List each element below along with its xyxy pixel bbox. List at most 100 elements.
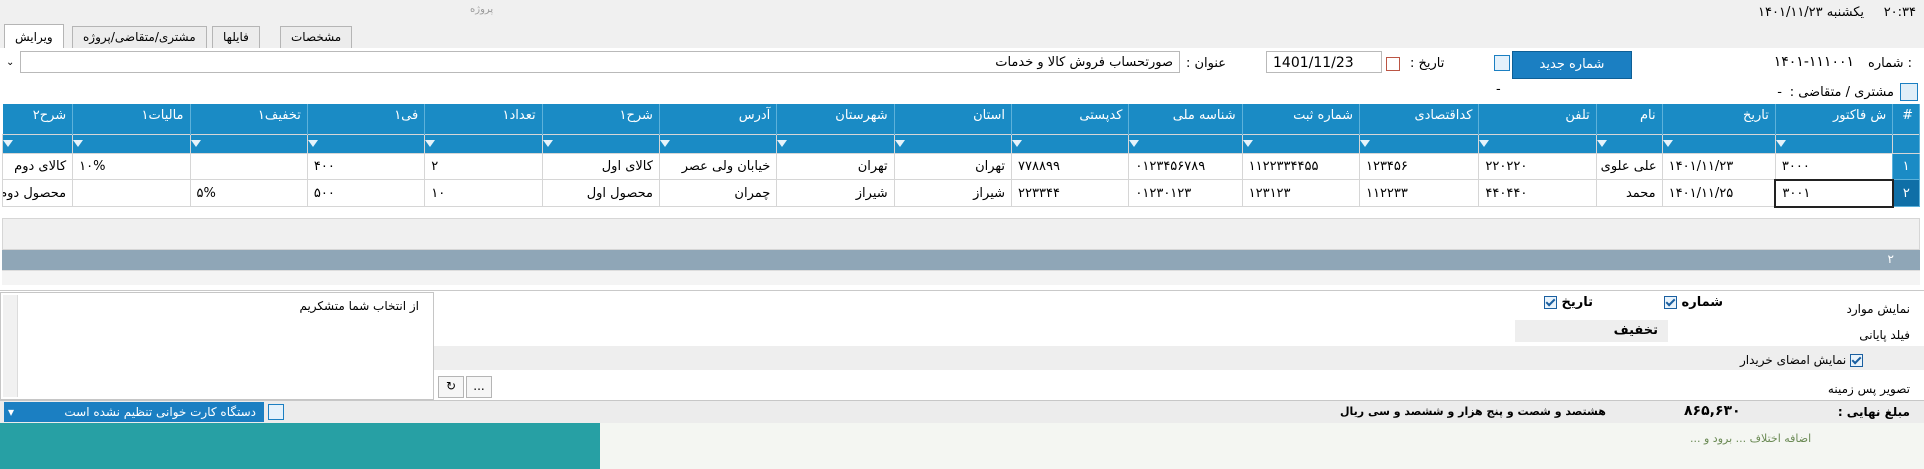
table-cell[interactable]: ۴۰۰ — [306, 152, 426, 180]
filter-icon[interactable] — [660, 140, 670, 147]
column-header[interactable]: مالیات۱ — [72, 104, 191, 134]
filter-icon[interactable] — [1012, 140, 1023, 147]
horizontal-scrollbar[interactable] — [2, 270, 1920, 285]
column-header[interactable]: شرح۲ — [2, 104, 74, 134]
table-cell[interactable]: شیراز — [893, 179, 1013, 207]
column-header[interactable]: استان — [894, 104, 1013, 134]
table-cell[interactable]: ۱۰% — [72, 152, 191, 180]
row-number[interactable]: ۲ — [1892, 179, 1920, 207]
tab-edit[interactable]: ویرایش — [4, 24, 64, 49]
table-cell[interactable]: ۱۱۲۲۳۳۴۴۵۵ — [1241, 152, 1360, 180]
filter-icon[interactable] — [1776, 140, 1786, 147]
table-cell[interactable]: ۳۰۰۰ — [1774, 152, 1894, 180]
column-filter[interactable] — [1358, 133, 1480, 154]
filter-icon[interactable] — [1479, 140, 1490, 147]
table-cell[interactable]: محصول اول — [541, 179, 660, 207]
vertical-scrollbar[interactable] — [3, 295, 18, 397]
column-filter[interactable] — [72, 133, 191, 154]
more-button[interactable]: ... — [466, 376, 492, 398]
footer-field[interactable]: تخفیف — [1515, 320, 1668, 342]
table-cell[interactable]: شیراز — [776, 179, 895, 207]
filter-icon[interactable] — [308, 140, 318, 147]
column-header[interactable]: کداقتصادی — [1359, 104, 1480, 134]
filter-icon[interactable] — [425, 140, 436, 147]
column-filter[interactable] — [1661, 133, 1776, 154]
table-cell[interactable]: کالای دوم — [1, 152, 74, 180]
table-cell[interactable]: محصول دوم — [1, 179, 74, 207]
column-filter[interactable] — [1241, 133, 1360, 154]
chk-date-group[interactable]: تاریخ — [1544, 295, 1593, 310]
column-filter[interactable] — [541, 133, 660, 154]
table-cell[interactable]: ۲۲۳۳۴۴ — [1011, 179, 1130, 207]
table-cell[interactable]: تهران — [893, 152, 1013, 180]
column-header[interactable]: تلفن — [1478, 104, 1597, 134]
table-cell[interactable]: ۱۰ — [424, 179, 543, 207]
column-filter[interactable] — [1011, 133, 1130, 154]
title-field[interactable]: صورتحساب فروش کالا و خدمات — [20, 51, 1180, 73]
column-header[interactable]: تعداد۱ — [424, 104, 543, 134]
refresh-button[interactable]: ↻ — [438, 376, 464, 398]
table-cell[interactable]: ۰۱۲۳۴۵۶۷۸۹ — [1128, 152, 1243, 180]
calculator-icon[interactable] — [268, 404, 284, 420]
customer-value[interactable]: - — [1777, 85, 1782, 100]
column-filter[interactable] — [658, 133, 778, 154]
column-filter[interactable] — [1774, 133, 1894, 154]
column-filter[interactable] — [1478, 133, 1597, 154]
filter-icon[interactable] — [73, 140, 84, 147]
filter-icon[interactable] — [3, 140, 13, 147]
row-number[interactable]: ۱ — [1892, 152, 1920, 180]
filter-icon[interactable] — [1597, 140, 1607, 147]
column-filter[interactable] — [424, 133, 543, 154]
table-cell[interactable]: ۱۲۳۴۵۶ — [1358, 152, 1480, 180]
column-header[interactable]: آدرس — [659, 104, 778, 134]
table-row[interactable]: ۱ ۳۰۰۰ ۱۴۰۱/۱۱/۲۳ علی علوی ۲۲۰۲۲۰ ۱۲۳۴۵۶ ۱۱۲۲۳… — [1, 152, 1920, 180]
column-header[interactable]: تاریخ — [1662, 104, 1776, 134]
checkbox-buyer-signature[interactable] — [1850, 354, 1864, 367]
table-cell[interactable]: تهران — [776, 152, 895, 180]
table-cell[interactable]: ۲ — [424, 152, 543, 180]
customer-icon[interactable] — [1900, 83, 1918, 101]
new-number-button[interactable]: شماره جدید — [1512, 51, 1632, 79]
column-header[interactable]: ش فاکتور — [1775, 104, 1894, 134]
column-filter[interactable] — [776, 133, 895, 154]
table-cell[interactable]: ۱۴۰۱/۱۱/۲۳ — [1661, 152, 1776, 180]
column-filter[interactable] — [1595, 133, 1663, 154]
column-header[interactable]: شناسه ملی — [1128, 104, 1243, 134]
tab-customer-project[interactable]: مشتری/متقاضی/پروژه — [72, 26, 207, 48]
filter-icon[interactable] — [1663, 140, 1673, 147]
column-filter[interactable] — [1128, 133, 1243, 154]
form-icon[interactable] — [1494, 55, 1510, 71]
column-header[interactable]: نام — [1596, 104, 1663, 134]
filter-icon[interactable] — [777, 140, 788, 147]
number-value[interactable]: ۱۴۰۱-۱۱۱۰۰۱ — [1774, 54, 1854, 70]
calendar-icon[interactable] — [1386, 57, 1400, 71]
tab-specs[interactable]: مشخصات — [280, 26, 353, 48]
filter-icon[interactable] — [191, 140, 201, 147]
date-field[interactable]: 1401/11/23 — [1266, 51, 1382, 73]
column-filter[interactable] — [1892, 133, 1920, 154]
table-cell[interactable]: ۱۱۲۲۳۳ — [1358, 179, 1480, 207]
column-header[interactable]: شهرستان — [776, 104, 895, 134]
table-cell[interactable]: ۵% — [189, 179, 308, 207]
table-cell[interactable]: ۳۰۰۱ — [1774, 178, 1894, 208]
table-cell[interactable]: خیابان ولی عصر — [658, 152, 778, 180]
table-cell[interactable]: کالای اول — [541, 152, 660, 180]
filter-icon[interactable] — [895, 140, 905, 147]
table-cell[interactable]: چمران — [658, 179, 778, 207]
table-cell[interactable]: ۱۲۳۱۲۳ — [1241, 179, 1360, 207]
table-cell[interactable] — [72, 179, 191, 207]
chevron-down-icon[interactable]: ▾ — [8, 402, 14, 422]
table-row[interactable]: ۲ ۳۰۰۱ ۱۴۰۱/۱۱/۲۵ محمد ۴۴۰۴۴۰ ۱۱۲۲۳۳ ۱۲۳۱۲۳ ۰۱۲… — [1, 178, 1920, 208]
table-cell[interactable]: ۱۴۰۱/۱۱/۲۵ — [1661, 179, 1776, 207]
column-filter[interactable] — [306, 133, 426, 154]
table-cell[interactable]: علی علوی — [1595, 152, 1663, 180]
checkbox-number[interactable] — [1664, 296, 1677, 309]
table-cell[interactable]: ۴۴۰۴۴۰ — [1478, 179, 1597, 207]
card-reader-status[interactable]: دستگاه کارت خوانی تنظیم نشده است ▾ — [4, 402, 264, 422]
column-filter[interactable] — [189, 133, 308, 154]
filter-icon[interactable] — [1360, 140, 1370, 147]
filter-icon[interactable] — [1129, 140, 1140, 147]
buyer-signature-group[interactable]: نمایش امضای خریدار — [1740, 353, 1864, 367]
column-filter[interactable] — [1, 133, 74, 154]
column-header[interactable]: تخفیف۱ — [190, 104, 308, 134]
